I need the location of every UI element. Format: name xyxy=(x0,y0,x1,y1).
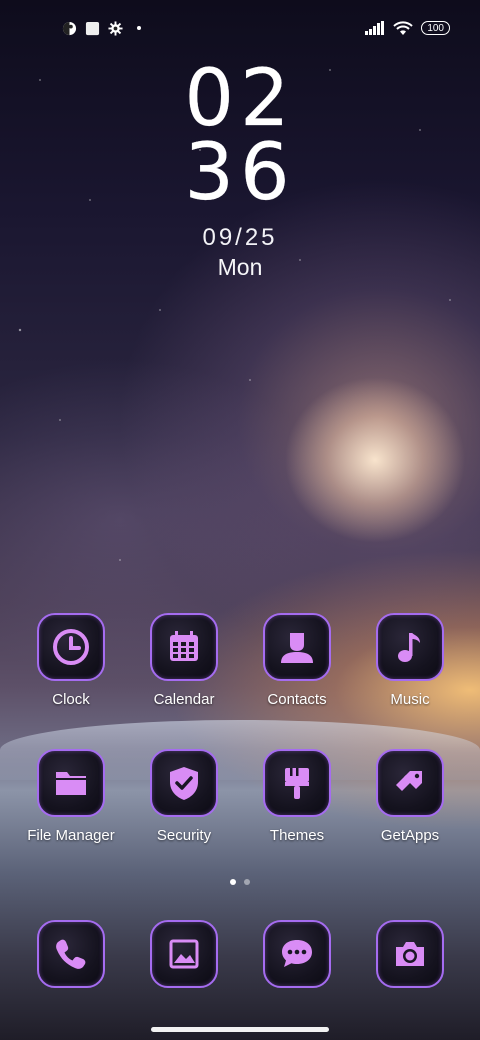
folder-icon xyxy=(56,772,86,795)
app-security-label: Security xyxy=(156,827,212,844)
wifi-icon xyxy=(393,20,414,36)
dock-camera-tile[interactable] xyxy=(376,920,444,988)
square-icon xyxy=(85,21,100,36)
status-bar: 100 xyxy=(62,16,450,40)
clock-icon xyxy=(53,629,89,665)
dock-messages[interactable] xyxy=(242,920,352,988)
paintbrush-icon xyxy=(285,768,309,799)
app-themes-tile[interactable] xyxy=(263,749,331,817)
status-right-icons: 100 xyxy=(365,20,450,36)
dock-phone-tile[interactable] xyxy=(37,920,105,988)
clock-widget[interactable]: 02 36 09/25 Mon xyxy=(0,54,480,281)
dock-gallery[interactable] xyxy=(129,920,239,988)
app-music-tile[interactable] xyxy=(376,613,444,681)
app-getapps[interactable]: GetApps xyxy=(355,749,465,844)
phone-icon xyxy=(56,939,86,969)
app-file-manager-label: File Manager xyxy=(27,827,115,844)
dot-icon xyxy=(137,26,141,30)
app-themes-label: Themes xyxy=(269,827,325,844)
calendar-icon xyxy=(170,631,198,661)
battery-indicator: 100 xyxy=(421,21,450,35)
app-file-manager[interactable]: File Manager xyxy=(16,749,126,844)
app-security-tile[interactable] xyxy=(150,749,218,817)
app-calendar-tile[interactable] xyxy=(150,613,218,681)
app-contacts[interactable]: Contacts xyxy=(242,613,352,708)
page-dot-2[interactable] xyxy=(244,879,250,885)
camera-icon xyxy=(396,942,424,966)
app-file-manager-tile[interactable] xyxy=(37,749,105,817)
page-dot-1[interactable] xyxy=(230,879,236,885)
dock-camera[interactable] xyxy=(355,920,465,988)
app-calendar-label: Calendar xyxy=(153,691,215,708)
dock-gallery-tile[interactable] xyxy=(150,920,218,988)
signal-icon xyxy=(365,21,385,35)
app-clock-label: Clock xyxy=(52,691,90,708)
app-clock[interactable]: Clock xyxy=(16,613,126,708)
app-getapps-label: GetApps xyxy=(380,827,440,844)
app-clock-tile[interactable] xyxy=(37,613,105,681)
clock-day: Mon xyxy=(217,254,263,280)
home-gesture-bar[interactable] xyxy=(151,1027,329,1032)
app-music-label: Music xyxy=(390,691,430,708)
shield-check-icon xyxy=(170,767,198,800)
settings-gear-icon xyxy=(108,20,123,36)
status-left-icons xyxy=(62,20,141,36)
clock-minutes: 36 xyxy=(184,128,296,218)
music-note-icon xyxy=(398,633,420,662)
messages-icon xyxy=(282,940,312,967)
app-getapps-tile[interactable] xyxy=(376,749,444,817)
app-music[interactable]: Music xyxy=(355,613,465,708)
dock-messages-tile[interactable] xyxy=(263,920,331,988)
getapps-icon xyxy=(396,771,422,791)
dock-phone[interactable] xyxy=(16,920,126,988)
gallery-icon xyxy=(169,939,199,969)
app-security[interactable]: Security xyxy=(129,749,239,844)
clock-hours: 02 xyxy=(184,54,296,144)
contacts-icon xyxy=(281,633,313,663)
app-contacts-label: Contacts xyxy=(267,691,327,708)
data-saver-icon xyxy=(62,21,77,36)
clock-date: 09/25 xyxy=(202,224,278,251)
app-contacts-tile[interactable] xyxy=(263,613,331,681)
page-indicator[interactable] xyxy=(0,879,480,885)
app-calendar[interactable]: Calendar xyxy=(129,613,239,708)
app-themes[interactable]: Themes xyxy=(242,749,352,844)
